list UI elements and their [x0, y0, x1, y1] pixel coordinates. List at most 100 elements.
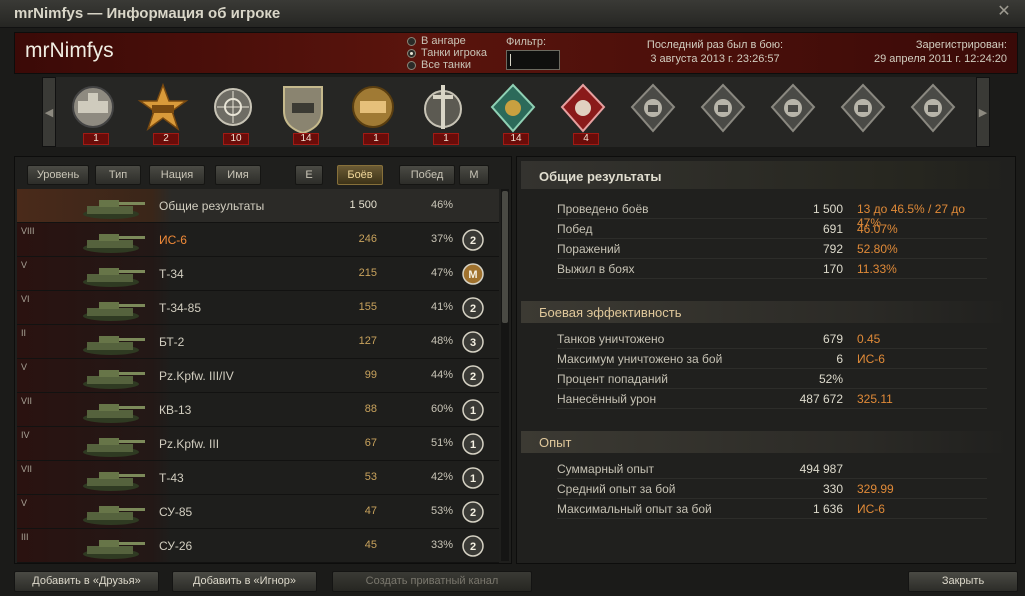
- stat-label: Суммарный опыт: [557, 462, 654, 476]
- vehicle-row[interactable]: VII КВ-13 88 60% 1: [17, 393, 499, 427]
- tier-label: V: [21, 362, 28, 372]
- sort-battles-button[interactable]: Боёв: [337, 165, 383, 185]
- locked-medal-icon: [630, 83, 676, 133]
- win-rate: 60%: [430, 403, 453, 415]
- stat-value: 1 636: [812, 502, 843, 516]
- add-ignore-button[interactable]: Добавить в «Игнор»: [172, 571, 317, 592]
- tier-label: II: [21, 328, 27, 338]
- total-results-row[interactable]: Общие результаты 1 500 46%: [17, 189, 499, 223]
- mastery-badge-label: 2: [470, 541, 476, 553]
- locked-medal-icon[interactable]: [834, 81, 896, 145]
- locked-medal-icon[interactable]: [624, 81, 686, 145]
- mastery-badge-icon: 1: [462, 433, 484, 455]
- stat-value: 792: [822, 242, 843, 256]
- battles-count: 1 500: [349, 199, 377, 211]
- filter-input[interactable]: [506, 50, 560, 70]
- stat-label: Побед: [557, 222, 593, 236]
- text-caret: [510, 54, 511, 66]
- sort-name-button[interactable]: Имя: [215, 165, 261, 185]
- tank-icon: [73, 397, 149, 425]
- vehicle-row[interactable]: VIII ИС-6 246 37% 2: [17, 223, 499, 257]
- close-button[interactable]: Закрыть: [908, 571, 1018, 592]
- sort-nation-button[interactable]: Нация: [149, 165, 205, 185]
- battles-count: 53: [364, 471, 377, 483]
- registered-label: Зарегистрирован:: [915, 39, 1007, 51]
- add-friend-button[interactable]: Добавить в «Друзья»: [14, 571, 159, 592]
- sort-type-button[interactable]: Тип: [95, 165, 141, 185]
- locked-medal-icon[interactable]: [764, 81, 826, 145]
- locked-medal-icon[interactable]: [694, 81, 756, 145]
- vehicle-name: Pz.Kpfw. III/IV: [159, 369, 234, 383]
- experience-heading: Опыт: [521, 431, 1011, 453]
- mastery-badge-icon: 2: [462, 229, 484, 251]
- radio-label: В ангаре: [421, 35, 466, 47]
- tier-label: V: [21, 260, 28, 270]
- medal-of-honor-icon[interactable]: 1: [344, 81, 406, 145]
- mastery-badge-label: 1: [470, 473, 476, 485]
- filter-label: Фильтр:: [506, 36, 547, 48]
- vehicle-name: ИС-6: [159, 233, 187, 247]
- tank-icon: [73, 465, 149, 493]
- vehicle-row[interactable]: VI Т-34-85 155 41% 2: [17, 291, 499, 325]
- vehicle-row[interactable]: IV Pz.Kpfw. III 67 51% 1: [17, 427, 499, 461]
- sniper-medal-icon[interactable]: 10: [204, 81, 266, 145]
- locked-medal-icon[interactable]: [904, 81, 966, 145]
- stat-value: 487 672: [799, 392, 843, 406]
- win-rate: 53%: [430, 505, 453, 517]
- vehicle-row[interactable]: V Т-34 215 47% M: [17, 257, 499, 291]
- vehicle-row[interactable]: VII Т-43 53 42% 1: [17, 461, 499, 495]
- stat-label: Проведено боёв: [557, 202, 649, 216]
- radio-player-tanks[interactable]: Танки игрока: [407, 47, 487, 59]
- stat-row: Максимум уничтожено за бой 6 ИС-6: [557, 349, 987, 369]
- vehicle-row[interactable]: III СУ-26 45 33% 2: [17, 529, 499, 563]
- radio-dot-icon: [407, 36, 416, 46]
- win-rate: 44%: [430, 369, 453, 381]
- tank-icon: [73, 363, 149, 391]
- radio-in-hangar[interactable]: В ангаре: [407, 35, 487, 47]
- medal-count-badge: 14: [503, 133, 529, 145]
- vehicle-row[interactable]: V Pz.Kpfw. III/IV 99 44% 2: [17, 359, 499, 393]
- medal-count-badge: 1: [433, 133, 459, 145]
- tank-icon: [73, 533, 149, 561]
- mastery-badge-label: M: [468, 269, 477, 281]
- win-rate: 33%: [430, 539, 453, 551]
- sort-wins-button[interactable]: Побед: [399, 165, 455, 185]
- tier-label: V: [21, 498, 28, 508]
- vehicle-name: Т-34-85: [159, 301, 202, 315]
- green-diamond-medal-icon[interactable]: 14: [484, 81, 546, 145]
- gold-star-medal-icon: [137, 82, 189, 131]
- vehicle-row[interactable]: V СУ-85 47 53% 2: [17, 495, 499, 529]
- vehicle-row[interactable]: II БТ-2 127 48% 3: [17, 325, 499, 359]
- sort-mastery-button[interactable]: М: [459, 165, 489, 185]
- tank-icon: [73, 329, 149, 357]
- locked-medal-icon: [840, 83, 886, 133]
- red-diamond-medal-icon[interactable]: 4: [554, 81, 616, 145]
- medal-of-honor-icon: [352, 86, 394, 128]
- green-diamond-medal-icon: [490, 83, 536, 133]
- tank-expert-medal-icon[interactable]: 1: [64, 81, 126, 145]
- scroll-right-arrow-icon[interactable]: ▶: [976, 77, 990, 147]
- scroll-left-arrow-icon[interactable]: ◀: [42, 77, 56, 147]
- create-private-channel-button[interactable]: Создать приватный канал: [332, 571, 532, 592]
- mastery-badge-icon: 1: [462, 399, 484, 421]
- battles-count: 155: [358, 301, 377, 313]
- vehicle-list-scrollbar[interactable]: [501, 189, 509, 561]
- gold-star-medal-icon[interactable]: 2: [134, 81, 196, 145]
- sort-e-button[interactable]: Е: [295, 165, 323, 185]
- medal-count-badge: 4: [573, 133, 599, 145]
- radio-all-tanks[interactable]: Все танки: [407, 59, 487, 71]
- stat-value: 6: [836, 352, 843, 366]
- close-icon[interactable]: ✕: [995, 3, 1013, 21]
- stat-label: Максимальный опыт за бой: [557, 502, 712, 516]
- sword-medal-icon[interactable]: 1: [414, 81, 476, 145]
- registered-value: 29 апреля 2011 г. 12:24:20: [874, 53, 1007, 65]
- defender-badge-icon: [283, 86, 323, 135]
- battles-count: 127: [358, 335, 377, 347]
- mastery-badge-icon: M: [462, 263, 484, 285]
- defender-badge-icon[interactable]: 14: [274, 81, 336, 145]
- scrollbar-thumb[interactable]: [502, 191, 508, 323]
- stat-value: 330: [822, 482, 843, 496]
- tank-icon: [73, 261, 149, 289]
- sort-level-button[interactable]: Уровень: [27, 165, 89, 185]
- medal-count-badge: 2: [153, 133, 179, 145]
